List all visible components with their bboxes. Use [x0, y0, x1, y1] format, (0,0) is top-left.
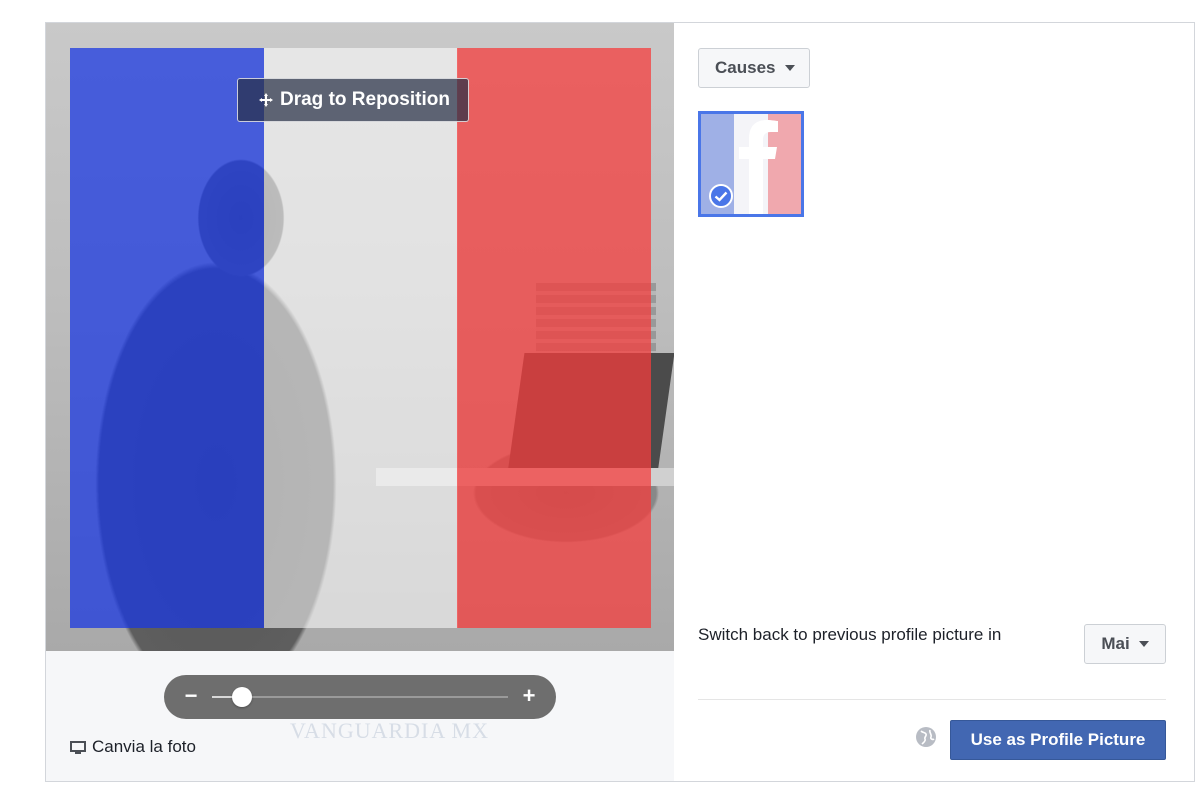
watermark: VANGUARDIA MX — [290, 718, 490, 743]
switch-back-label: Switch back to previous profile picture … — [698, 625, 1002, 644]
duration-value: Mai — [1101, 634, 1130, 653]
change-photo-link[interactable]: Canvia la foto — [70, 737, 196, 757]
frame-panel: Causes Switch back to previous profile p… — [674, 23, 1194, 781]
flag-stripe-blue — [70, 48, 264, 628]
drag-label: Drag to Reposition — [280, 89, 450, 110]
zoom-handle[interactable] — [231, 687, 252, 707]
drag-to-reposition-button[interactable]: Drag to Reposition — [237, 78, 469, 122]
photo-preview[interactable]: Drag to Reposition — [46, 23, 674, 651]
zoom-out-button[interactable]: − — [174, 675, 208, 719]
caret-down-icon — [1138, 641, 1149, 647]
frame-thumbnail-france[interactable] — [698, 111, 804, 217]
zoom-track[interactable] — [212, 687, 508, 707]
flag-stripe-white — [264, 48, 458, 628]
caret-down-icon — [785, 65, 796, 71]
zoom-slider[interactable]: − + — [164, 675, 556, 719]
profile-frame-dialog: Drag to Reposition − + Canvia la foto Ca… — [45, 22, 1195, 782]
duration-dropdown[interactable]: Mai — [1084, 624, 1166, 664]
monitor-icon — [70, 740, 86, 754]
divider — [698, 699, 1166, 700]
change-photo-label: Canvia la foto — [92, 737, 196, 756]
facebook-f-icon — [739, 120, 778, 214]
causes-dropdown[interactable]: Causes — [698, 48, 811, 88]
selected-check-icon — [709, 184, 733, 208]
use-as-profile-picture-button[interactable]: Use as Profile Picture — [950, 720, 1166, 760]
flag-stripe-red — [457, 48, 651, 628]
zoom-in-button[interactable]: + — [512, 675, 546, 719]
move-icon — [258, 92, 274, 108]
editor-footer: − + Canvia la foto — [46, 651, 674, 781]
causes-label: Causes — [715, 58, 776, 77]
globe-icon[interactable] — [914, 725, 938, 749]
